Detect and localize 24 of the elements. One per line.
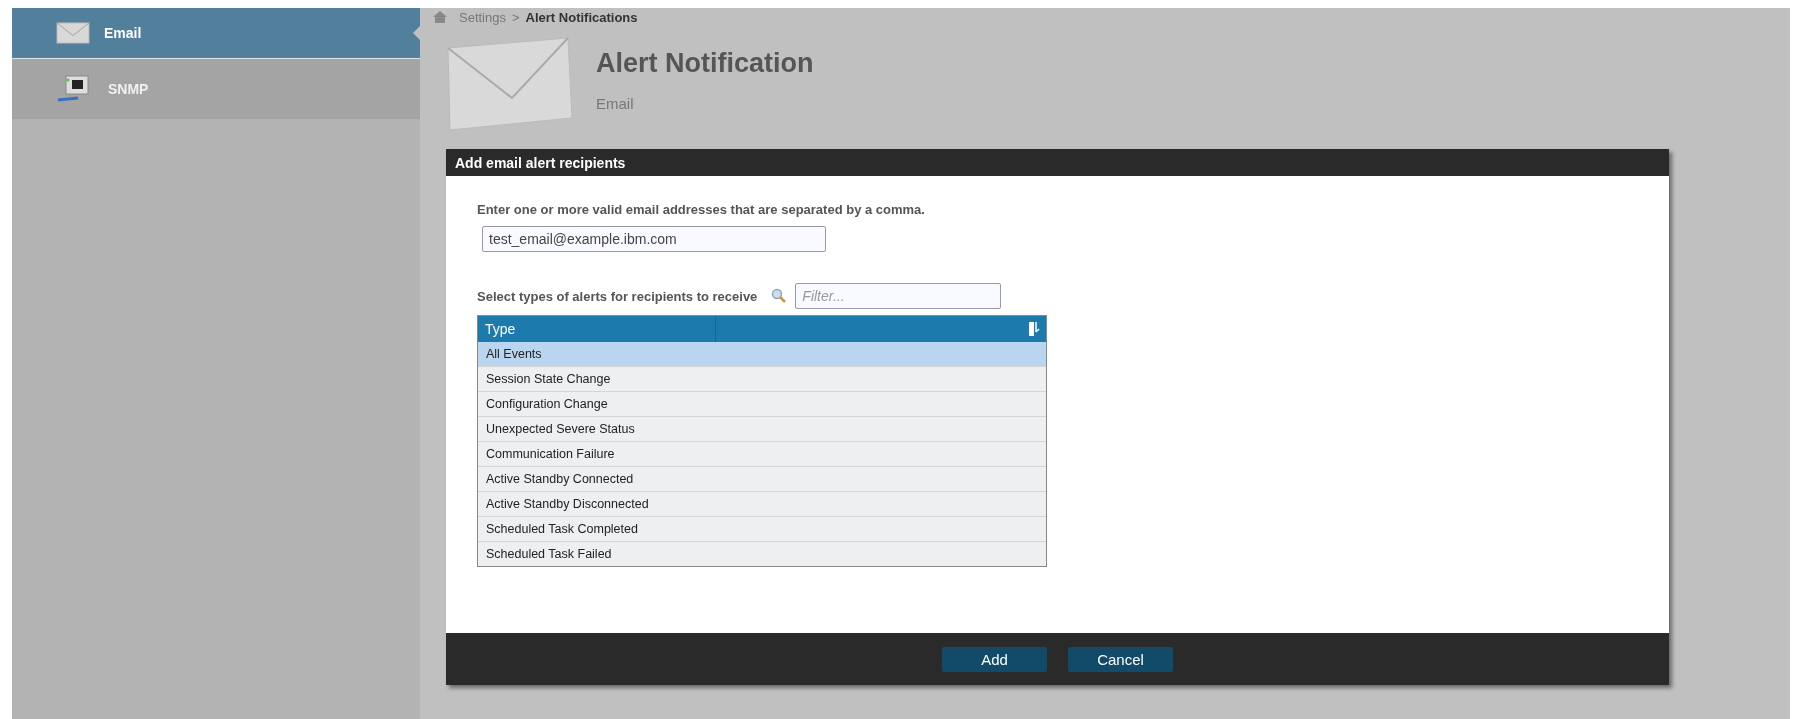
filter-field[interactable]: Filter... bbox=[795, 283, 1002, 309]
instruction-text: Enter one or more valid email addresses that are separated by a comma. bbox=[477, 202, 926, 217]
table-row[interactable]: Scheduled Task Completed bbox=[478, 517, 1046, 542]
add-button[interactable]: Add bbox=[942, 646, 1047, 672]
search-icon bbox=[771, 288, 788, 304]
table-row[interactable]: All Events bbox=[478, 342, 1046, 367]
dialog-title: Add email alert recipients bbox=[446, 149, 1669, 176]
email-field[interactable]: test_email@example.ibm.com bbox=[482, 226, 826, 252]
envelope-icon bbox=[56, 22, 90, 44]
table-row[interactable]: Communication Failure bbox=[478, 442, 1046, 467]
cancel-button[interactable]: Cancel bbox=[1068, 646, 1173, 672]
page-subtitle: Email bbox=[596, 95, 635, 112]
table-row[interactable]: Session State Change bbox=[478, 367, 1046, 392]
table-row[interactable]: Configuration Change bbox=[478, 392, 1046, 417]
table-row[interactable]: Unexpected Severe Status bbox=[478, 417, 1046, 442]
breadcrumb-current: Alert Notifications bbox=[525, 9, 638, 25]
alert-types-label: Select types of alerts for recipients to receive bbox=[477, 288, 758, 304]
table-row[interactable]: Active Standby Connected bbox=[478, 467, 1046, 492]
column-menu-icon[interactable] bbox=[1029, 322, 1041, 336]
breadcrumb-separator: > bbox=[512, 9, 520, 25]
table-row[interactable]: Active Standby Disconnected bbox=[478, 492, 1046, 517]
table-row[interactable]: Scheduled Task Failed bbox=[478, 542, 1046, 566]
sidebar-item[interactable]: Email bbox=[12, 8, 420, 59]
page-title: Alert Notification bbox=[596, 48, 814, 79]
